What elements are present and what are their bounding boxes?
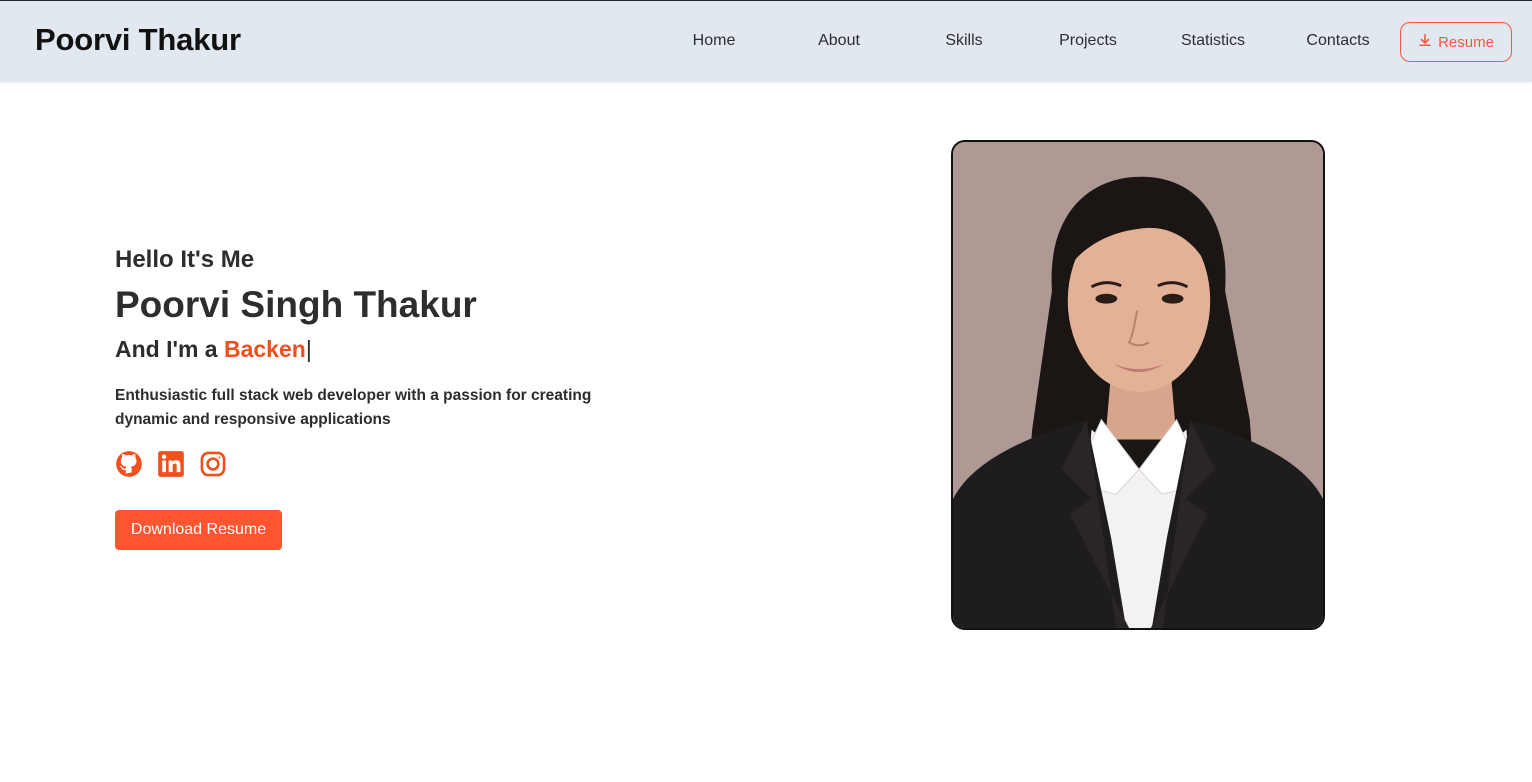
hero-role: And I'm a Backen| [115, 336, 312, 363]
nav-item-about[interactable]: About [779, 32, 899, 50]
hero-description: Enthusiastic full stack web developer wi… [115, 387, 592, 428]
download-icon [1418, 33, 1432, 51]
instagram-link[interactable] [199, 450, 227, 483]
brand-logo[interactable]: Poorvi Thakur [35, 22, 241, 58]
resume-button-label: Resume [1438, 33, 1494, 51]
hero-role-prefix: And I'm a [115, 336, 224, 362]
github-link[interactable] [115, 450, 143, 483]
instagram-icon [199, 450, 227, 483]
typing-cursor: | [305, 336, 312, 362]
nav-item-contacts[interactable]: Contacts [1278, 32, 1398, 50]
github-icon [115, 450, 143, 483]
nav-item-home[interactable]: Home [654, 32, 774, 50]
nav-item-statistics[interactable]: Statistics [1153, 32, 1273, 50]
profile-photo [951, 140, 1325, 630]
resume-button[interactable]: Resume [1400, 22, 1512, 62]
linkedin-link[interactable] [157, 450, 185, 483]
download-resume-button[interactable]: Download Resume [115, 510, 282, 550]
hero-greeting: Hello It's Me [115, 246, 255, 273]
navbar: Poorvi Thakur Home About Skills Projects… [0, 0, 1532, 82]
hero-role-typed: Backen [223, 336, 306, 362]
linkedin-icon [157, 450, 185, 483]
nav-item-projects[interactable]: Projects [1028, 32, 1148, 50]
social-links [115, 450, 227, 483]
hero-name: Poorvi Singh Thakur [115, 284, 477, 325]
nav-item-skills[interactable]: Skills [904, 32, 1024, 50]
